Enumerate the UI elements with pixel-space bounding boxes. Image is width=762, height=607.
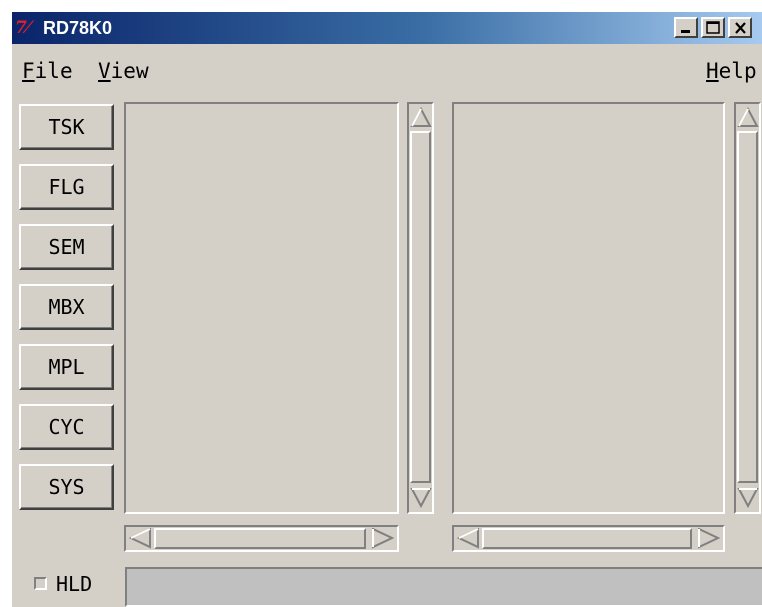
- scroll-down-arrow-icon[interactable]: [410, 487, 432, 509]
- scroll-up-arrow-icon[interactable]: [737, 106, 759, 128]
- right-list-panel[interactable]: [452, 102, 725, 514]
- title-bar[interactable]: 7⁄ RD78K0: [12, 12, 762, 44]
- menu-file-mnemonic: F: [22, 59, 35, 83]
- menu-help[interactable]: Help: [706, 57, 757, 85]
- left-vertical-scrollbar[interactable]: [407, 102, 434, 514]
- right-vertical-scroll-thumb[interactable]: [737, 131, 758, 483]
- minimize-button[interactable]: [674, 17, 698, 38]
- left-horizontal-scroll-thumb[interactable]: [154, 528, 366, 549]
- sem-button[interactable]: SEM: [19, 224, 114, 270]
- minimize-icon: [681, 29, 690, 33]
- scroll-left-arrow-icon[interactable]: [128, 528, 152, 549]
- scroll-up-arrow-icon[interactable]: [410, 106, 432, 128]
- window-title: RD78K0: [43, 18, 113, 38]
- menu-view-label: iew: [110, 59, 149, 83]
- status-field[interactable]: [125, 567, 762, 607]
- tk-feather-icon: 7⁄: [15, 18, 30, 38]
- scroll-left-arrow-icon[interactable]: [456, 528, 480, 549]
- right-horizontal-scroll-thumb[interactable]: [482, 528, 692, 549]
- menu-file[interactable]: File: [22, 57, 73, 85]
- cyc-button[interactable]: CYC: [19, 404, 114, 450]
- menu-view[interactable]: View: [98, 57, 149, 85]
- menu-bar: File View Help: [12, 57, 762, 85]
- menu-help-mnemonic: H: [706, 59, 719, 83]
- app-window: 7⁄ RD78K0 File View Help TSK FLG SEM MBX…: [12, 12, 762, 607]
- right-vertical-scrollbar[interactable]: [734, 102, 761, 514]
- left-vertical-scroll-thumb[interactable]: [410, 131, 431, 483]
- tsk-button[interactable]: TSK: [19, 104, 114, 150]
- maximize-button[interactable]: [701, 17, 725, 38]
- close-icon: [734, 21, 746, 34]
- scroll-right-arrow-icon[interactable]: [371, 528, 395, 549]
- scroll-right-arrow-icon[interactable]: [697, 528, 721, 549]
- scroll-down-arrow-icon[interactable]: [737, 487, 759, 509]
- right-horizontal-scrollbar[interactable]: [452, 525, 725, 552]
- left-list-panel[interactable]: [124, 102, 399, 514]
- menu-file-label: ile: [34, 59, 73, 83]
- maximize-icon: [706, 21, 720, 34]
- sys-button[interactable]: SYS: [19, 464, 114, 510]
- menu-view-mnemonic: V: [98, 59, 111, 83]
- menu-help-label: elp: [718, 59, 757, 83]
- hld-checkbox[interactable]: [34, 577, 47, 590]
- close-button[interactable]: [728, 17, 752, 38]
- left-horizontal-scrollbar[interactable]: [124, 525, 399, 552]
- mbx-button[interactable]: MBX: [19, 284, 114, 330]
- hld-label: HLD: [56, 572, 93, 596]
- mpl-button[interactable]: MPL: [19, 344, 114, 390]
- flg-button[interactable]: FLG: [19, 164, 114, 210]
